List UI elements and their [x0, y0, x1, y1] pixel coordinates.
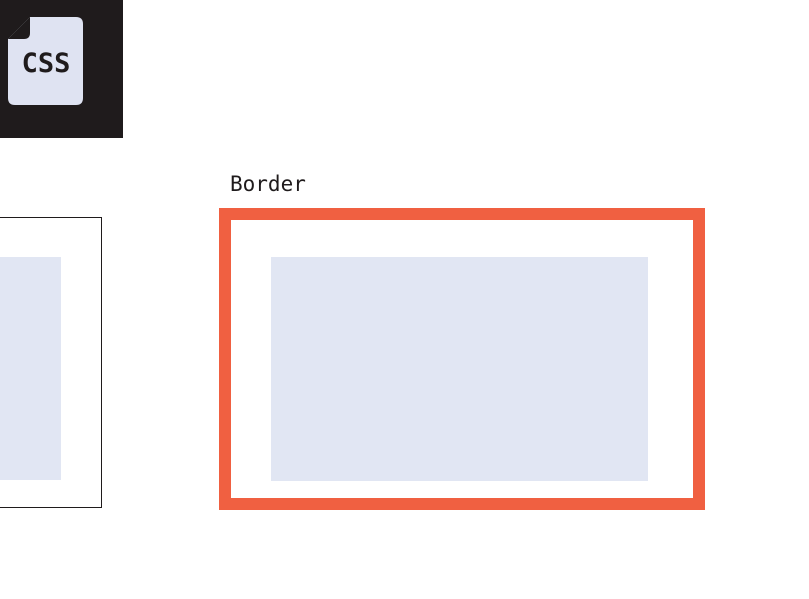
css-logo-tile: CSS [0, 0, 123, 138]
border-label: Border [230, 172, 306, 196]
css-logo-text: CSS [21, 48, 71, 79]
border-box-content-area [271, 257, 648, 481]
left-box-content-area [0, 257, 61, 480]
diagram-canvas: CSS Border [0, 0, 809, 599]
